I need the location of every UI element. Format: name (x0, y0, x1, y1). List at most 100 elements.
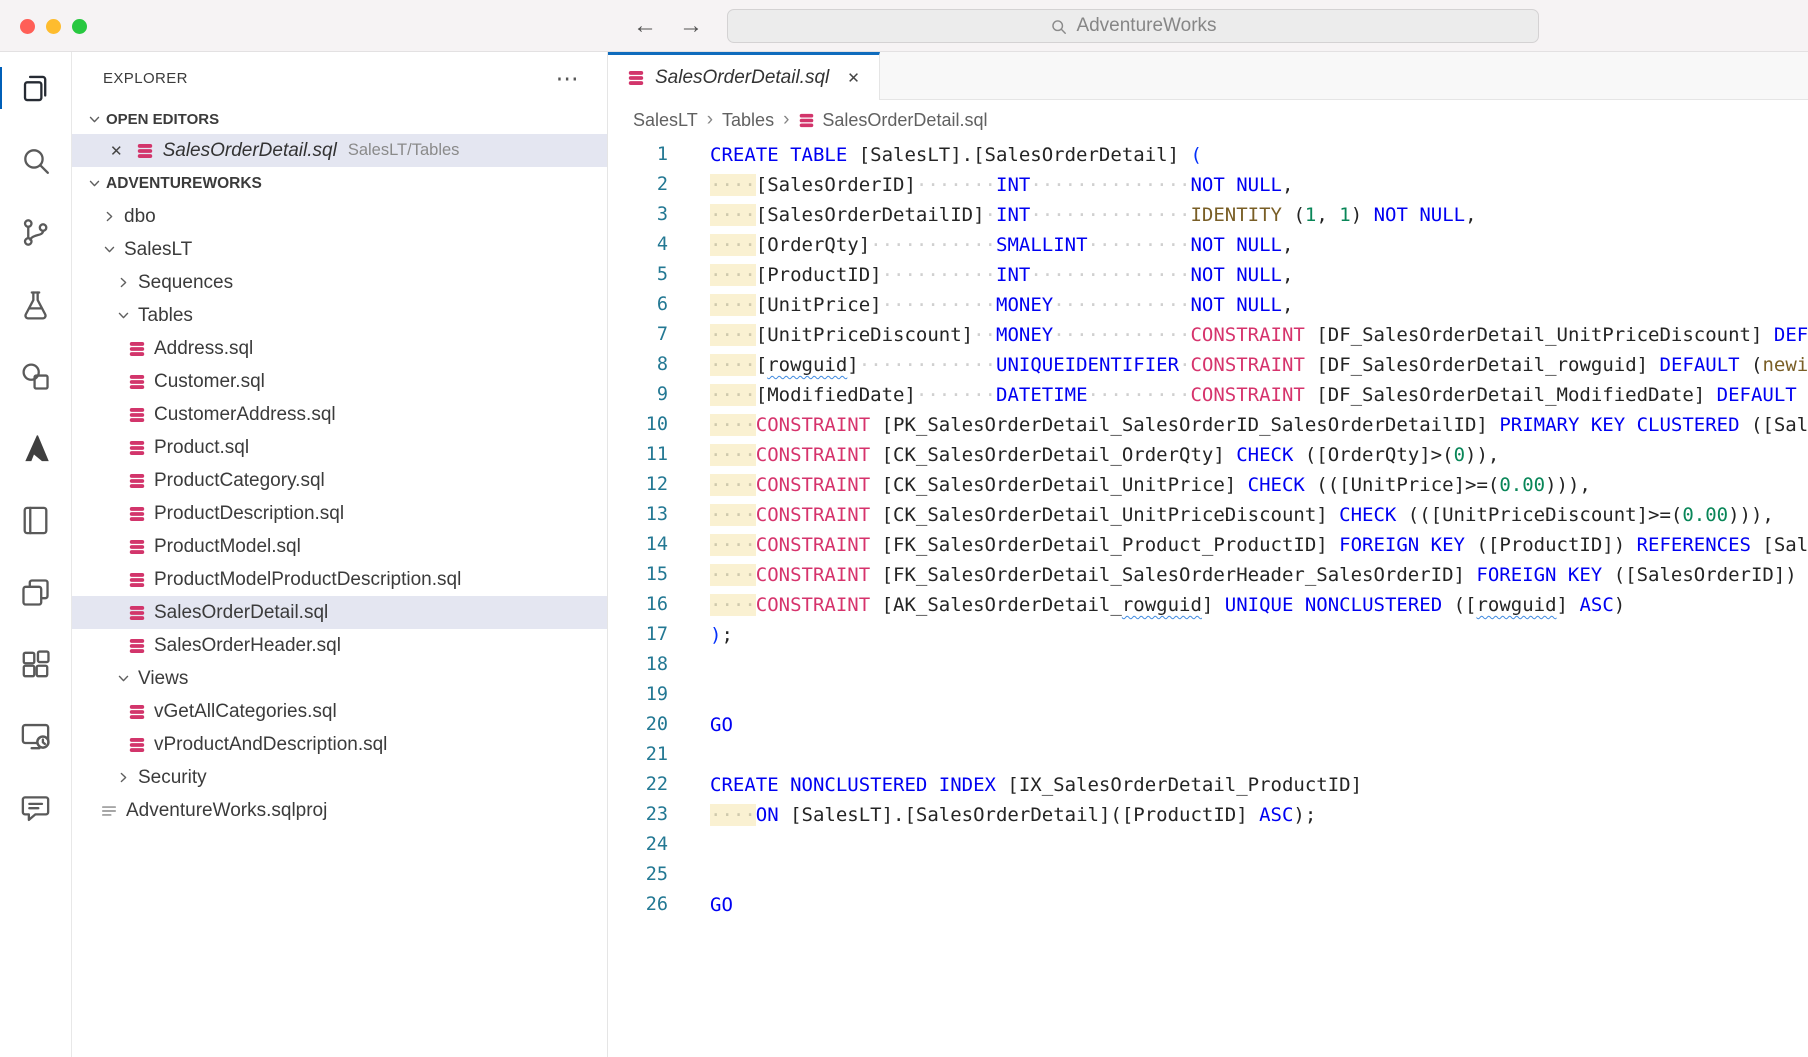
code-line-2[interactable]: 2····[SalesOrderID]·······INT···········… (608, 170, 1808, 200)
line-number[interactable]: 24 (608, 830, 668, 860)
activity-bar-item-source-control[interactable] (0, 196, 71, 268)
open-editor-item[interactable]: ✕ SalesOrderDetail.sql SalesLT/Tables (72, 134, 607, 167)
code-line-1[interactable]: 1CREATE TABLE [SalesLT].[SalesOrderDetai… (608, 140, 1808, 170)
activity-bar-item-components[interactable] (0, 340, 71, 412)
back-button[interactable]: ← (633, 12, 657, 40)
code-line-16[interactable]: 16····CONSTRAINT [AK_SalesOrderDetail_ro… (608, 590, 1808, 620)
line-number[interactable]: 7 (608, 320, 668, 350)
line-number[interactable]: 20 (608, 710, 668, 740)
line-number[interactable]: 12 (608, 470, 668, 500)
tree-item-salesorderdetail-sql[interactable]: SalesOrderDetail.sql (72, 596, 607, 629)
line-number[interactable]: 14 (608, 530, 668, 560)
forward-button[interactable]: → (679, 12, 703, 40)
line-number[interactable]: 11 (608, 440, 668, 470)
line-number[interactable]: 26 (608, 890, 668, 920)
tree-item-salesorderheader-sql[interactable]: SalesOrderHeader.sql (72, 629, 607, 662)
code-line-11[interactable]: 11····CONSTRAINT [CK_SalesOrderDetail_Or… (608, 440, 1808, 470)
breadcrumb-item-tables[interactable]: Tables (722, 110, 774, 131)
activity-bar-item-extensions[interactable] (0, 628, 71, 700)
line-number[interactable]: 3 (608, 200, 668, 230)
code-line-3[interactable]: 3····[SalesOrderDetailID]·INT···········… (608, 200, 1808, 230)
code-line-7[interactable]: 7····[UnitPriceDiscount]··MONEY·········… (608, 320, 1808, 350)
tree-item-views[interactable]: Views (72, 662, 607, 695)
tree-item-vproductanddescription-sql[interactable]: vProductAndDescription.sql (72, 728, 607, 761)
code-line-26[interactable]: 26GO (608, 890, 1808, 920)
line-number[interactable]: 9 (608, 380, 668, 410)
code-line-10[interactable]: 10····CONSTRAINT [PK_SalesOrderDetail_Sa… (608, 410, 1808, 440)
line-number[interactable]: 6 (608, 290, 668, 320)
project-section-header[interactable]: ADVENTUREWORKS (72, 167, 607, 200)
close-tab-icon[interactable]: ✕ (847, 69, 860, 87)
activity-bar-item-comments[interactable] (0, 772, 71, 844)
line-number[interactable]: 25 (608, 860, 668, 890)
line-number[interactable]: 10 (608, 410, 668, 440)
tree-item-productcategory-sql[interactable]: ProductCategory.sql (72, 464, 607, 497)
breadcrumb-item-salesorderdetail-sql[interactable]: SalesOrderDetail.sql (798, 110, 987, 131)
tree-item-saleslt[interactable]: SalesLT (72, 233, 607, 266)
code-line-24[interactable]: 24 (608, 830, 1808, 860)
line-number[interactable]: 19 (608, 680, 668, 710)
minimize-window-button[interactable] (46, 19, 61, 34)
code-line-9[interactable]: 9····[ModifiedDate]·······DATETIME······… (608, 380, 1808, 410)
code-editor[interactable]: 1CREATE TABLE [SalesLT].[SalesOrderDetai… (608, 140, 1808, 1057)
code-line-12[interactable]: 12····CONSTRAINT [CK_SalesOrderDetail_Un… (608, 470, 1808, 500)
zoom-window-button[interactable] (72, 19, 87, 34)
activity-bar-item-azure[interactable] (0, 412, 71, 484)
code-line-4[interactable]: 4····[OrderQty]···········SMALLINT······… (608, 230, 1808, 260)
tree-item-address-sql[interactable]: Address.sql (72, 332, 607, 365)
activity-bar-item-notebooks[interactable] (0, 484, 71, 556)
code-line-18[interactable]: 18 (608, 650, 1808, 680)
line-number[interactable]: 17 (608, 620, 668, 650)
activity-bar-item-explorer[interactable] (0, 52, 71, 124)
line-number[interactable]: 18 (608, 650, 668, 680)
close-editor-icon[interactable]: ✕ (110, 142, 123, 160)
tab-salesorderdetail-sql[interactable]: SalesOrderDetail.sql ✕ (608, 52, 880, 100)
line-number[interactable]: 1 (608, 140, 668, 170)
tree-item-productdescription-sql[interactable]: ProductDescription.sql (72, 497, 607, 530)
code-line-content: ····CONSTRAINT [FK_SalesOrderDetail_Prod… (668, 530, 1808, 560)
tree-item-productmodel-sql[interactable]: ProductModel.sql (72, 530, 607, 563)
tree-item-customer-sql[interactable]: Customer.sql (72, 365, 607, 398)
tree-item-productmodelproductdescription-sql[interactable]: ProductModelProductDescription.sql (72, 563, 607, 596)
tree-item-adventureworks-sqlproj[interactable]: AdventureWorks.sqlproj (72, 794, 607, 827)
more-actions-button[interactable]: ⋯ (556, 65, 579, 92)
tree-item-security[interactable]: Security (72, 761, 607, 794)
line-number[interactable]: 8 (608, 350, 668, 380)
command-center[interactable]: AdventureWorks (727, 9, 1539, 43)
code-line-20[interactable]: 20GO (608, 710, 1808, 740)
open-editors-section-header[interactable]: OPEN EDITORS (72, 104, 607, 134)
code-line-23[interactable]: 23····ON [SalesLT].[SalesOrderDetail]([P… (608, 800, 1808, 830)
tree-item-product-sql[interactable]: Product.sql (72, 431, 607, 464)
line-number[interactable]: 15 (608, 560, 668, 590)
code-line-17[interactable]: 17); (608, 620, 1808, 650)
tree-item-sequences[interactable]: Sequences (72, 266, 607, 299)
line-number[interactable]: 13 (608, 500, 668, 530)
code-line-21[interactable]: 21 (608, 740, 1808, 770)
code-line-22[interactable]: 22CREATE NONCLUSTERED INDEX [IX_SalesOrd… (608, 770, 1808, 800)
code-line-19[interactable]: 19 (608, 680, 1808, 710)
activity-bar-item-editor-groups[interactable] (0, 556, 71, 628)
line-number[interactable]: 21 (608, 740, 668, 770)
tree-item-customeraddress-sql[interactable]: CustomerAddress.sql (72, 398, 607, 431)
activity-bar-item-remote-explorer[interactable] (0, 700, 71, 772)
code-line-8[interactable]: 8····[rowguid]············UNIQUEIDENTIFI… (608, 350, 1808, 380)
activity-bar-item-search[interactable] (0, 124, 71, 196)
code-line-15[interactable]: 15····CONSTRAINT [FK_SalesOrderDetail_Sa… (608, 560, 1808, 590)
code-line-14[interactable]: 14····CONSTRAINT [FK_SalesOrderDetail_Pr… (608, 530, 1808, 560)
tree-item-tables[interactable]: Tables (72, 299, 607, 332)
code-line-6[interactable]: 6····[UnitPrice]··········MONEY·········… (608, 290, 1808, 320)
line-number[interactable]: 23 (608, 800, 668, 830)
tree-item-vgetallcategories-sql[interactable]: vGetAllCategories.sql (72, 695, 607, 728)
tree-item-dbo[interactable]: dbo (72, 200, 607, 233)
close-window-button[interactable] (20, 19, 35, 34)
breadcrumb-item-saleslt[interactable]: SalesLT (633, 110, 698, 131)
activity-bar-item-testing[interactable] (0, 268, 71, 340)
line-number[interactable]: 4 (608, 230, 668, 260)
code-line-13[interactable]: 13····CONSTRAINT [CK_SalesOrderDetail_Un… (608, 500, 1808, 530)
line-number[interactable]: 5 (608, 260, 668, 290)
line-number[interactable]: 2 (608, 170, 668, 200)
line-number[interactable]: 16 (608, 590, 668, 620)
line-number[interactable]: 22 (608, 770, 668, 800)
code-line-5[interactable]: 5····[ProductID]··········INT···········… (608, 260, 1808, 290)
code-line-25[interactable]: 25 (608, 860, 1808, 890)
